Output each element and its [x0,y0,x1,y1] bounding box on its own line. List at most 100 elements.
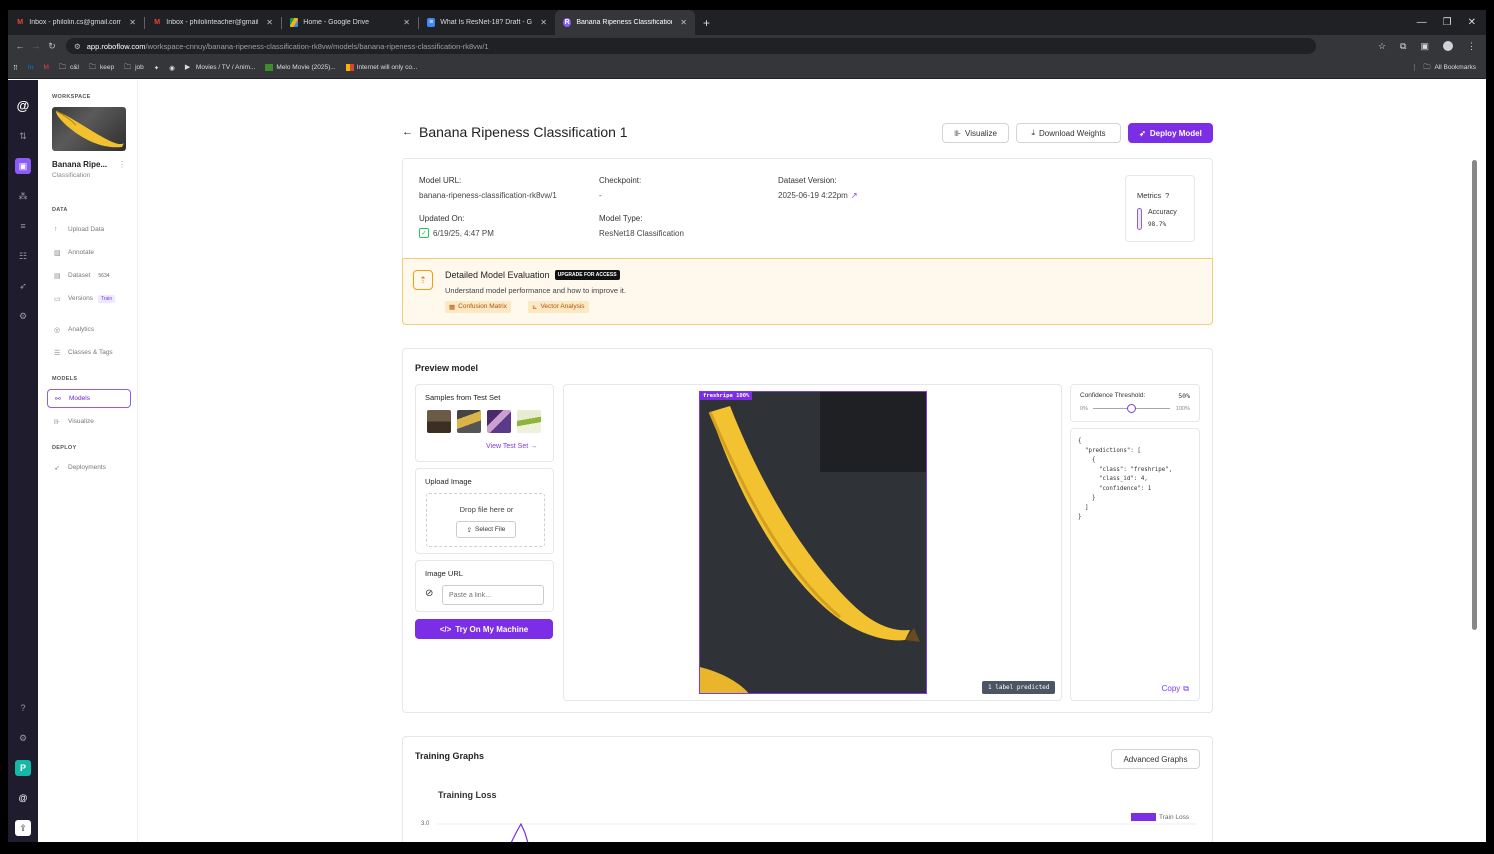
deployments-icon[interactable]: ☷ [15,248,31,264]
close-icon[interactable]: ✕ [258,18,273,27]
copy-button[interactable]: Copy ⧉ [1162,684,1189,694]
sample-thumb-1[interactable] [427,410,451,433]
bookmark-melo[interactable]: Melo Movie (2025)... [260,64,340,71]
pin-icon[interactable]: ✦ [149,64,164,72]
sidebar-item-analytics[interactable]: ◎ Analytics [47,320,131,339]
confusion-matrix-chip[interactable]: ▦ Confusion Matrix [445,301,511,313]
preview-title: Preview model [415,363,479,373]
tab-title: Inbox - philolin.cs@gmail.com [29,19,122,26]
rocket-icon: ➶ [1139,128,1146,138]
sample-thumb-3[interactable] [487,410,511,433]
bookmark-folder-job[interactable]: 🗀 job [119,64,149,71]
github-icon[interactable]: ◉ [164,64,180,72]
app-rail: @ ⇅ ▣ ⁂ ≡ ☷ ➶ ⚙ ? ⚙ P @ ⇪ [8,80,38,842]
rocket-icon[interactable]: ➶ [15,278,31,294]
download-weights-button[interactable]: ⤓ Download Weights [1016,123,1121,143]
all-bookmarks[interactable]: 🗀 All Bookmarks [1414,64,1486,71]
sidebar-item-upload[interactable]: ↑ Upload Data [47,220,131,239]
upload-icon[interactable]: ⇪ [15,820,31,836]
apps-icon[interactable]: ⠿ [8,64,23,72]
sidebar-item-annotate[interactable]: ▨ Annotate [47,243,131,262]
minimize-icon[interactable]: — [1417,17,1427,28]
updated-value: 6/19/25, 4:47 PM [433,228,494,238]
metrics-card: Metrics? Accuracy 98.7% [1125,175,1195,242]
bookmark-movies[interactable]: ▶ Movies / TV / Anim... [180,64,260,71]
roboflow-logo-icon[interactable]: @ [15,98,31,114]
close-icon[interactable]: ✕ [395,18,410,27]
project-sidebar: WORKSPACE Banana Ripe... ⋮ Classificatio… [38,80,138,842]
melo-icon [265,64,274,71]
restore-icon[interactable]: ❐ [1443,17,1452,28]
bookmark-label: c&l [69,64,79,71]
sidebar-item-visualize[interactable]: ⊪ Visualize [47,412,131,431]
image-url-input[interactable] [442,585,544,605]
drop-zone[interactable]: Drop file here or ⇪ Select File [426,493,545,547]
tab-gmail-2[interactable]: M Inbox - philolinteacher@gmail. ✕ [145,10,281,35]
reload-icon[interactable]: ↻ [44,41,60,52]
advanced-graphs-button[interactable]: Advanced Graphs [1111,749,1200,769]
upgrade-badge[interactable]: UPGRADE FOR ACCESS [554,270,620,280]
tab-roboflow[interactable]: R Banana Ripeness Classification ✕ [555,10,695,35]
sidebar-item-label: Upload Data [68,226,105,233]
workflows-icon[interactable]: ⇅ [15,128,31,144]
sidepanel-icon[interactable]: ▣ [1420,41,1429,52]
try-on-my-machine-button[interactable]: </> Try On My Machine [415,619,553,639]
settings-icon[interactable]: ⚙ [15,308,31,324]
model-url-value[interactable]: banana-ripeness-classification-rk8vw/1 [419,191,557,200]
project-menu-icon[interactable]: ⋮ [118,160,126,169]
back-arrow-icon[interactable]: ← [402,126,413,138]
url-path: /workspace-cnnuy/banana-ripeness-classif… [145,41,489,51]
sample-thumb-2[interactable] [457,410,481,433]
bookmark-folder-cl[interactable]: 🗀 c&l [54,64,84,71]
sidebar-item-versions[interactable]: ▭ Versions Train [47,289,131,308]
profile-avatar[interactable] [1443,41,1453,51]
workspace-avatar[interactable]: P [15,760,31,776]
stack-icon[interactable]: ≡ [15,218,31,234]
labels-predicted-badge: 1 label predicted [982,681,1056,694]
close-icon[interactable]: ✕ [672,18,687,27]
tab-drive[interactable]: Home - Google Drive ✕ [282,10,418,35]
close-window-icon[interactable]: ✕ [1468,17,1476,28]
extensions-icon[interactable]: ⧉ [1400,41,1406,52]
sample-thumb-4[interactable] [517,410,541,433]
roboflow-mark-icon[interactable]: @ [15,790,31,806]
close-icon[interactable]: ✕ [532,18,547,27]
new-tab-icon[interactable]: + [695,16,718,30]
menu-icon[interactable]: ⋮ [1467,41,1476,52]
close-icon[interactable]: ✕ [121,18,136,27]
url-input[interactable]: ⚙ app.roboflow.com/workspace-cnnuy/banan… [66,38,1316,54]
dataset-version-link[interactable]: 2025-06-19 4:22pm ↗ [778,191,858,200]
help-icon[interactable]: ? [1165,191,1169,200]
deploy-model-button[interactable]: ➶ Deploy Model [1128,123,1213,143]
button-label: Deploy Model [1149,128,1202,138]
vector-analysis-chip[interactable]: ⊾ Vector Analysis [528,301,589,313]
gmail-icon[interactable]: M [39,64,54,71]
back-icon[interactable]: ← [12,41,28,51]
site-info-icon[interactable]: ⚙ [74,42,81,51]
view-test-set-link[interactable]: View Test Set → [486,443,537,450]
chip-label: Vector Analysis [540,303,585,310]
forward-icon[interactable]: → [28,41,44,51]
project-thumbnail[interactable] [52,107,126,151]
bookmark-internet[interactable]: Internet will only co... [341,64,423,71]
tab-docs[interactable]: ≡ What Is ResNet-18? Draft - Goo ✕ [419,10,555,35]
threshold-slider-handle[interactable] [1127,404,1136,413]
bookmark-folder-keep[interactable]: 🗀 keep [84,64,119,71]
button-label: Download Weights [1038,128,1106,138]
star-icon[interactable]: ☆ [1378,41,1386,52]
gear-icon[interactable]: ⚙ [15,730,31,746]
sidebar-item-models[interactable]: ⚯ Models [47,389,131,408]
projects-icon[interactable]: ▣ [15,158,31,174]
help-icon[interactable]: ? [15,700,31,716]
download-icon: ⤓ [1031,128,1035,137]
dataset-version-value: 2025-06-19 4:22pm [778,191,848,200]
sidebar-item-dataset[interactable]: ▤ Dataset 5634 [47,266,131,285]
sidebar-item-classes[interactable]: ☰ Classes & Tags [47,343,131,362]
select-file-button[interactable]: ⇪ Select File [456,521,516,538]
tab-gmail-1[interactable]: M Inbox - philolin.cs@gmail.com ✕ [8,10,144,35]
sidebar-item-deployments[interactable]: ➶ Deployments [47,458,131,477]
linkedin-icon[interactable]: in [23,64,39,71]
scrollbar[interactable] [1472,160,1477,630]
universe-icon[interactable]: ⁂ [15,188,31,204]
visualize-button[interactable]: ⊪ Visualize [942,123,1009,143]
